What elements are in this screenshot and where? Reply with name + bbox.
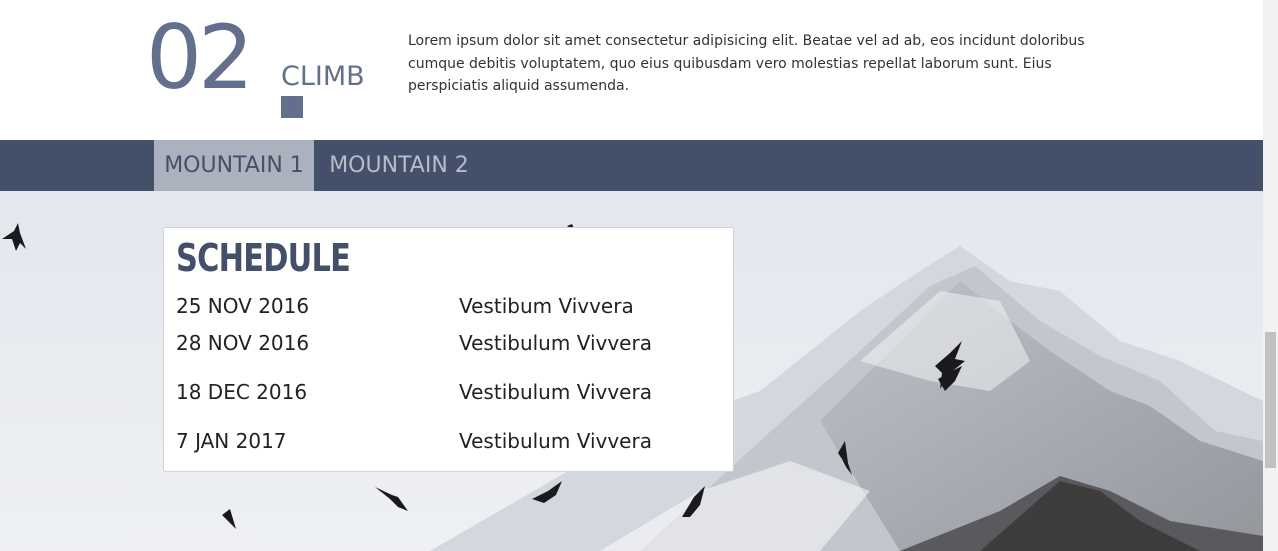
- page-scrollbar[interactable]: [1263, 0, 1278, 551]
- schedule-row: 25 NOV 2016 Vestibum Vivvera: [176, 294, 716, 324]
- schedule-event: Vestibulum Vivvera: [459, 429, 652, 453]
- schedule-row: 18 DEC 2016 Vestibulum Vivvera: [176, 380, 716, 410]
- schedule-event: Vestibulum Vivvera: [459, 380, 652, 404]
- section-number: 02: [146, 6, 254, 109]
- scrollbar-thumb[interactable]: [1265, 332, 1276, 468]
- schedule-date: 25 NOV 2016: [176, 294, 310, 318]
- schedule-event: Vestibum Vivvera: [459, 294, 634, 318]
- schedule-row: 28 NOV 2016 Vestibulum Vivvera: [176, 331, 716, 361]
- schedule-card: SCHEDULE 25 NOV 2016 Vestibum Vivvera 28…: [163, 227, 734, 472]
- section-intro-text: Lorem ipsum dolor sit amet consectetur a…: [408, 33, 1085, 94]
- section-number-square: [281, 96, 303, 118]
- mountain-tabbar: MOUNTAIN 1 MOUNTAIN 2: [0, 140, 1263, 191]
- intro-section: 02 CLIMB Lorem ipsum dolor sit amet cons…: [0, 0, 1263, 140]
- schedule-date: 18 DEC 2016: [176, 380, 308, 404]
- tab-mountain-2[interactable]: MOUNTAIN 2: [314, 140, 484, 191]
- schedule-date: 28 NOV 2016: [176, 331, 310, 355]
- schedule-event: Vestibulum Vivvera: [459, 331, 652, 355]
- schedule-title: SCHEDULE: [176, 236, 351, 280]
- schedule-date: 7 JAN 2017: [176, 429, 287, 453]
- section-title: CLIMB: [281, 61, 365, 92]
- tab-mountain-1[interactable]: MOUNTAIN 1: [154, 140, 314, 191]
- schedule-row: 7 JAN 2017 Vestibulum Vivvera: [176, 429, 716, 459]
